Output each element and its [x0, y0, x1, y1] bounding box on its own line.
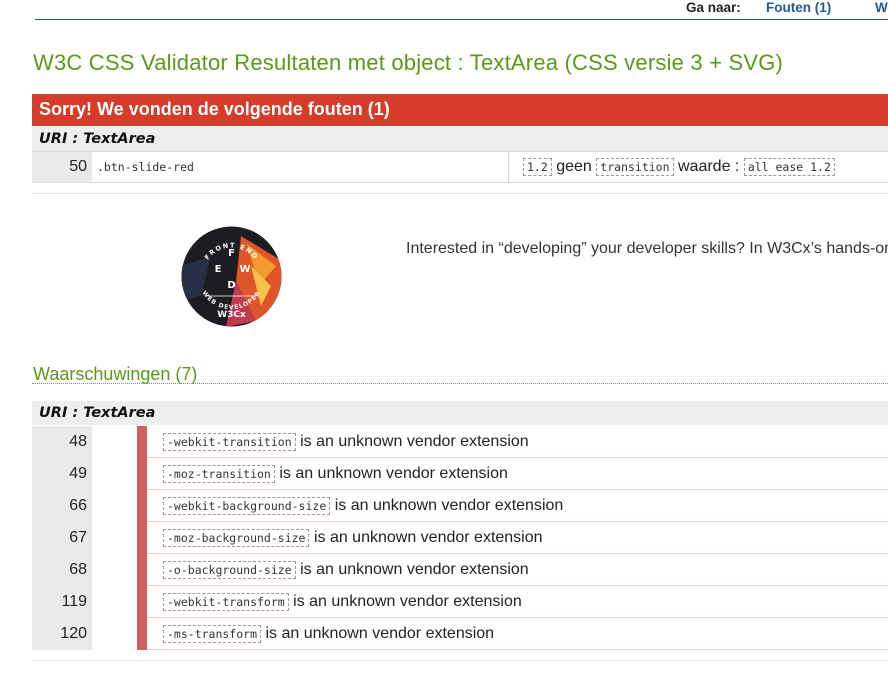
- code-token: -ms-transform: [163, 625, 262, 643]
- warning-row: 67 -moz-background-size is an unknown ven…: [32, 522, 888, 554]
- message-text: is an unknown vendor extension: [279, 465, 508, 482]
- warning-spacer: [92, 522, 137, 554]
- warning-spacer: [92, 426, 137, 458]
- code-token: -moz-transition: [163, 465, 275, 483]
- warning-message: -ms-transform is an unknown vendor exten…: [163, 618, 494, 650]
- warning-message: -moz-background-size is an unknown vendo…: [163, 522, 543, 554]
- divider: [32, 660, 888, 661]
- error-row: 50 .btn-slide-red 1.2 geen transition wa…: [32, 151, 888, 183]
- logo-letter: W: [239, 264, 250, 275]
- warning-message: -moz-transition is an unknown vendor ext…: [163, 458, 508, 490]
- logo-letter: D: [227, 280, 235, 291]
- message-text: is an unknown vendor extension: [300, 561, 529, 578]
- warning-spacer: [92, 458, 137, 490]
- line-number: 50: [32, 152, 92, 182]
- message-text: is an unknown vendor extension: [293, 593, 522, 610]
- warning-marker: [137, 554, 147, 586]
- warning-marker: [137, 522, 147, 554]
- message-text: is an unknown vendor extension: [313, 529, 543, 546]
- line-number: 48: [32, 426, 92, 458]
- code-token: 1.2: [523, 158, 552, 176]
- warning-spacer: [92, 554, 137, 586]
- code-token: all ease 1.2: [743, 158, 835, 176]
- warning-spacer: [92, 586, 137, 618]
- code-token: -webkit-transform: [163, 593, 289, 611]
- warning-row: 120 -ms-transform is an unknown vendor ex…: [32, 618, 888, 650]
- line-number: 120: [32, 618, 92, 650]
- warnings-title: Waarschuwingen (7): [33, 364, 198, 384]
- warning-marker: [137, 490, 147, 522]
- column-separator: [508, 152, 509, 182]
- warning-message: -webkit-transition is an unknown vendor …: [163, 426, 529, 458]
- warning-message: -webkit-background-size is an unknown ve…: [163, 490, 563, 522]
- nav-link-errors[interactable]: Fouten (1): [766, 0, 831, 15]
- warning-message: -webkit-transform is an unknown vendor e…: [163, 586, 522, 618]
- divider: [32, 193, 888, 194]
- w3cx-logo[interactable]: FRONT END WEB DEVELOPER F E W D W3Cx: [181, 226, 282, 327]
- errors-uri: URI : TextArea: [32, 127, 888, 151]
- warning-marker: [137, 618, 147, 650]
- code-token: -moz-background-size: [163, 529, 310, 547]
- message-text: is an unknown vendor extension: [334, 497, 564, 514]
- warning-spacer: [92, 618, 137, 650]
- nav-bar: Ga naar: Fouten (1) W: [0, 0, 888, 16]
- nav-label: Ga naar:: [686, 0, 741, 15]
- line-number: 67: [32, 522, 92, 554]
- warning-message: -o-background-size is an unknown vendor …: [163, 554, 529, 586]
- warning-row: 48 -webkit-transition is an unknown vendo…: [32, 426, 888, 458]
- message-word: geen: [556, 158, 592, 175]
- error-message: 1.2 geen transition waarde : all ease 1.…: [523, 152, 835, 182]
- code-token: -o-background-size: [163, 561, 296, 579]
- warning-row: 66 -webkit-background-size is an unknown …: [32, 490, 888, 522]
- warning-row: 68 -o-background-size is an unknown vendo…: [32, 554, 888, 586]
- code-token: transition: [596, 158, 674, 176]
- page-title: W3C CSS Validator Resultaten met object …: [33, 50, 784, 75]
- message-text: is an unknown vendor extension: [265, 625, 495, 642]
- message-text: is an unknown vendor extension: [300, 433, 529, 450]
- warnings-rule: [32, 383, 888, 384]
- warning-marker: [137, 586, 147, 618]
- warning-spacer: [92, 490, 137, 522]
- warning-row: 49 -moz-transition is an unknown vendor e…: [32, 458, 888, 490]
- line-number: 68: [32, 554, 92, 586]
- ad-text[interactable]: Interested in “developing” your develope…: [406, 240, 888, 258]
- logo-badge: W3Cx: [217, 310, 246, 320]
- warning-marker: [137, 458, 147, 490]
- logo-letter: F: [228, 248, 235, 259]
- warnings-uri: URI : TextArea: [32, 401, 888, 425]
- logo-letter: E: [215, 264, 222, 275]
- errors-header: Sorry! We vonden de volgende fouten (1): [32, 94, 888, 126]
- message-word: waarde :: [677, 158, 740, 175]
- line-number: 49: [32, 458, 92, 490]
- warning-row: 119 -webkit-transform is an unknown vendo…: [32, 586, 888, 618]
- top-divider: [35, 19, 888, 20]
- warning-marker: [137, 426, 147, 458]
- code-token: -webkit-transition: [163, 433, 296, 451]
- line-number: 66: [32, 490, 92, 522]
- line-number: 119: [32, 586, 92, 618]
- code-token: -webkit-background-size: [163, 497, 331, 515]
- error-context: .btn-slide-red: [97, 160, 194, 174]
- nav-link-warnings[interactable]: W: [875, 0, 888, 15]
